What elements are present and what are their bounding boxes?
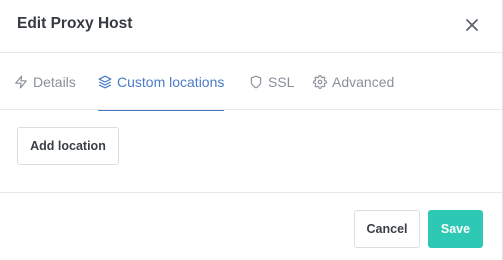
tab-ssl-label: SSL (268, 74, 295, 90)
tab-bar: Details Custom locations SSL Advanced (0, 54, 502, 111)
save-button[interactable]: Save (428, 210, 483, 248)
layers-icon (98, 75, 112, 89)
cancel-button[interactable]: Cancel (354, 210, 420, 248)
custom-locations-panel: Add location (0, 111, 502, 193)
edit-proxy-host-dialog: Edit Proxy Host Details Custom locations (0, 0, 503, 260)
tab-custom-locations[interactable]: Custom locations (98, 54, 225, 111)
tab-details[interactable]: Details (14, 54, 76, 110)
close-icon (466, 19, 478, 31)
dialog-title: Edit Proxy Host (17, 15, 133, 32)
tab-advanced[interactable]: Advanced (313, 54, 394, 110)
lightning-icon (15, 75, 27, 89)
tab-details-label: Details (33, 74, 76, 90)
shield-icon (250, 75, 262, 89)
gear-icon (313, 75, 327, 89)
dialog-header: Edit Proxy Host (0, 0, 502, 53)
tab-ssl[interactable]: SSL (249, 54, 294, 110)
tab-custom-locations-label: Custom locations (117, 74, 225, 90)
add-location-button[interactable]: Add location (17, 127, 119, 165)
close-button[interactable] (461, 14, 483, 36)
tab-advanced-label: Advanced (332, 74, 395, 90)
